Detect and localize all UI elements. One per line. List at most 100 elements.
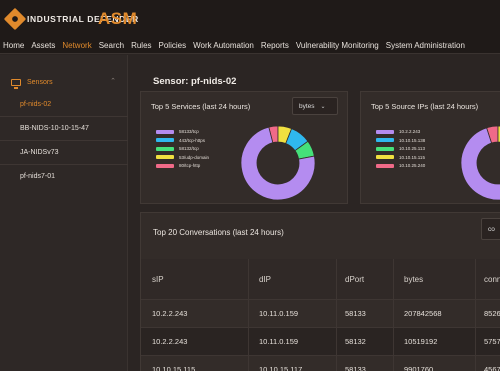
source-ips-donut-chart <box>460 125 500 201</box>
nav-item-home[interactable]: Home <box>3 41 24 50</box>
legend-label: 10.2.2.243 <box>399 129 421 134</box>
table-cell-dport: 58133 <box>345 309 366 318</box>
column-divider <box>248 356 249 371</box>
legend-swatch <box>156 163 174 168</box>
top-source-ips-card: Top 5 Source IPs (last 24 hours) 10.2.2.… <box>360 91 500 204</box>
nav-item-work-automation[interactable]: Work Automation <box>193 41 254 50</box>
legend-entry[interactable]: 10.2.2.243 <box>376 129 420 134</box>
main-content: Sensor: pf-nids-02 Top 5 Services (last … <box>129 55 500 371</box>
legend-entry[interactable]: 10.10.25.240 <box>376 163 425 168</box>
table-cell-conn: 5757 <box>484 337 500 346</box>
nav-item-network[interactable]: Network <box>62 41 91 50</box>
legend-swatch <box>376 155 394 159</box>
sidebar-item-bb-nids-10-10-15-47[interactable]: BB-NIDS-10-10-15-47 <box>0 116 128 140</box>
sensors-title: Sensors <box>27 78 53 86</box>
services-donut-chart <box>240 125 316 201</box>
legend-label: 443/tcp-https <box>179 137 206 143</box>
column-divider <box>475 300 476 327</box>
main-navigation: Home Assets Network Search Rules Policies Work… <box>0 38 500 54</box>
product-name: ASM <box>98 9 138 28</box>
legend-entry[interactable]: 80/tcp-http <box>156 163 200 168</box>
conversations-metric-value: co <box>488 225 495 233</box>
column-divider <box>475 259 476 299</box>
nav-item-reports[interactable]: Reports <box>261 41 289 50</box>
top-source-ips-title: Top 5 Source IPs (last 24 hours) <box>371 102 479 111</box>
column-divider <box>475 328 476 355</box>
sidebar-item-pf-nids7-01[interactable]: pf-nids7-01 <box>0 164 128 188</box>
legend-label: 80/tcp-http <box>179 163 201 168</box>
nav-item-vulnerability-monitoring[interactable]: Vulnerability Monitoring <box>296 41 379 50</box>
column-divider <box>393 328 394 355</box>
column-header-dip[interactable]: dIP <box>259 259 271 299</box>
legend-label: 10.10.15.115 <box>399 154 425 160</box>
legend-swatch <box>156 138 174 142</box>
column-divider <box>336 328 337 355</box>
column-header-sip[interactable]: sIP <box>152 259 164 299</box>
monitor-icon <box>11 78 21 89</box>
table-cell-conn: 4567 <box>484 365 500 371</box>
legend-entry[interactable]: 10.10.15.115 <box>376 155 425 160</box>
column-divider <box>336 259 337 299</box>
table-cell-dport: 58133 <box>345 365 366 371</box>
nav-item-search[interactable]: Search <box>99 41 124 50</box>
table-cell-bytes: 10519192 <box>404 337 438 346</box>
sidebar-item-pf-nids-02[interactable]: pf-nids-02 <box>0 92 128 116</box>
top-conversations-card: Top 20 Conversations (last 24 hours) co … <box>140 212 500 371</box>
legend-swatch <box>376 163 394 168</box>
table-cell-dport: 58132 <box>345 337 366 346</box>
nav-item-system-administration[interactable]: System Administration <box>386 41 465 50</box>
legend-label: 10.10.25.113 <box>399 146 425 151</box>
column-divider <box>393 300 394 327</box>
column-divider <box>393 259 394 299</box>
table-cell-conn: 8526 <box>484 309 500 318</box>
table-cell-bytes: 207842568 <box>404 309 442 318</box>
sidebar-item-ja-nidsv73[interactable]: JA-NIDSv73 <box>0 140 128 164</box>
chevron-up-icon[interactable]: ⌃ <box>110 77 116 85</box>
nav-item-rules[interactable]: Rules <box>131 41 151 50</box>
legend-entry[interactable]: 53/udp-domain <box>156 155 209 160</box>
legend-label: 58133/tcp <box>179 129 199 134</box>
table-cell-sip: 10.10.15.115 <box>152 365 196 371</box>
legend-entry[interactable]: 443/tcp-https <box>156 138 205 143</box>
table-cell-sip: 10.2.2.243 <box>152 337 188 346</box>
legend-entry[interactable]: 10.10.25.113 <box>376 146 425 151</box>
table-row[interactable]: 10.2.2.243 10.11.0.159 58133 207842568 8526 <box>141 299 500 327</box>
legend-entry[interactable]: 58133/tcp <box>156 129 199 134</box>
page-title: Sensor: pf-nids-02 <box>153 76 237 87</box>
table-row[interactable]: 10.10.15.115 10.10.15.117 58133 9901760 4567 <box>141 355 500 371</box>
legend-label: 58132/tcp <box>179 146 199 151</box>
table-header-row: sIP dIP dPort bytes conn <box>141 259 500 299</box>
top-services-title: Top 5 Services (last 24 hours) <box>151 102 251 111</box>
legend-swatch <box>376 129 394 134</box>
table-cell-dip: 10.10.15.117 <box>259 365 303 371</box>
column-header-bytes[interactable]: bytes <box>404 259 423 299</box>
nav-item-assets[interactable]: Assets <box>31 41 55 50</box>
column-divider <box>336 300 337 327</box>
metric-select[interactable]: bytes ⌄ <box>292 97 338 115</box>
legend-label: 53/udp-domain <box>179 154 210 160</box>
table-cell-sip: 10.2.2.243 <box>152 309 188 318</box>
sensors-sidebar: Sensors ⌃ pf-nids-02 BB-NIDS-10-10-15-47 J… <box>0 55 128 371</box>
industrial-defender-logo-icon[interactable] <box>3 7 27 31</box>
legend-label: 10.10.15.138 <box>399 137 426 143</box>
legend-label: 10.10.25.240 <box>399 163 426 168</box>
legend-entry[interactable]: 58132/tcp <box>156 146 199 151</box>
column-header-dport[interactable]: dPort <box>345 259 364 299</box>
nav-item-policies[interactable]: Policies <box>159 41 187 50</box>
legend-swatch <box>156 146 174 151</box>
column-divider <box>248 259 249 299</box>
sensors-header[interactable]: Sensors ⌃ <box>0 73 128 91</box>
column-header-conn[interactable]: conn <box>484 259 500 299</box>
column-divider <box>248 300 249 327</box>
legend-entry[interactable]: 10.10.15.138 <box>376 138 425 143</box>
top-conversations-title: Top 20 Conversations (last 24 hours) <box>153 228 284 237</box>
legend-swatch <box>376 146 394 151</box>
column-divider <box>248 328 249 355</box>
column-divider <box>475 356 476 371</box>
chevron-down-icon: ⌄ <box>320 103 326 110</box>
column-divider <box>336 356 337 371</box>
legend-swatch <box>376 138 394 142</box>
column-divider <box>393 356 394 371</box>
conversations-metric-select[interactable]: co <box>481 218 500 240</box>
table-row[interactable]: 10.2.2.243 10.11.0.159 58132 10519192 5757 <box>141 327 500 355</box>
